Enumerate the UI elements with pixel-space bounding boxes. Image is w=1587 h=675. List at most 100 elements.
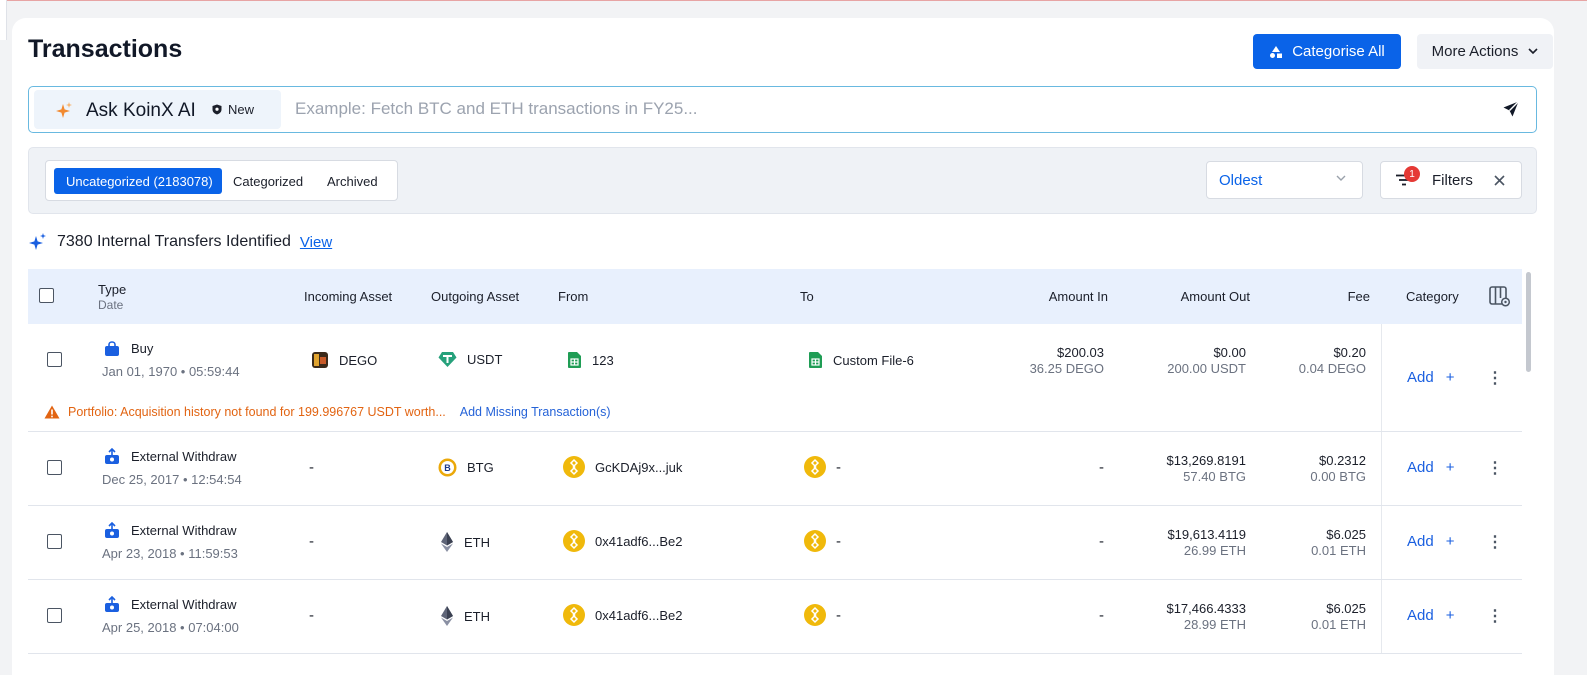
more-actions-label: More Actions — [1431, 43, 1519, 60]
ai-tag: Ask KoinX AI New — [34, 90, 281, 129]
sort-select[interactable]: Oldest — [1206, 161, 1363, 199]
fee: $0.20 — [1333, 345, 1366, 360]
internal-transfers-text: 7380 Internal Transfers Identified — [57, 233, 291, 250]
ask-ai-bar: Ask KoinX AI New — [28, 86, 1537, 133]
view-link[interactable]: View — [300, 234, 332, 251]
fee-sub: 0.01 ETH — [1311, 543, 1366, 558]
table-row[interactable]: External Withdraw Apr 23, 2018 • 11:59:5… — [28, 506, 1522, 580]
row-checkbox[interactable] — [47, 352, 62, 367]
to-wallet[interactable]: Custom File-6 — [808, 351, 914, 369]
to-wallet[interactable]: - — [804, 456, 841, 478]
amount-out: $0.00 — [1213, 345, 1246, 360]
add-category-button[interactable]: Add + — [1407, 607, 1454, 624]
ai-label: Ask KoinX AI — [86, 100, 196, 121]
row-type: External Withdraw — [131, 597, 237, 612]
category-column-divider — [1381, 324, 1382, 431]
add-category-button[interactable]: Add + — [1407, 533, 1454, 550]
fee-sub: 0.01 ETH — [1311, 617, 1366, 632]
usdt-token-icon — [438, 352, 457, 367]
row-menu-icon[interactable]: ⋮ — [1487, 606, 1503, 626]
fee: $6.025 — [1326, 601, 1366, 616]
to-wallet[interactable]: - — [804, 530, 841, 552]
col-incoming-asset: Incoming Asset — [304, 289, 393, 304]
binance-icon — [563, 530, 585, 552]
fee-sub: 0.04 DEGO — [1298, 361, 1366, 376]
add-label: Add — [1407, 533, 1434, 550]
row-menu-icon[interactable]: ⋮ — [1487, 458, 1503, 478]
to-wallet[interactable]: - — [804, 604, 841, 626]
tab-uncategorized[interactable]: Uncategorized (2183078) — [54, 168, 222, 194]
add-category-button[interactable]: Add + — [1407, 369, 1454, 386]
shopping-bag-icon — [105, 341, 119, 356]
row-checkbox[interactable] — [47, 460, 62, 475]
amount-in: - — [1099, 459, 1104, 476]
col-amount-out: Amount Out — [1180, 289, 1250, 304]
table-row[interactable]: Buy Jan 01, 1970 • 05:59:44 DEGO USDT 12… — [28, 324, 1522, 432]
row-type: External Withdraw — [131, 523, 237, 538]
binance-icon — [804, 530, 826, 552]
from-wallet[interactable]: 0x41adf6...Be2 — [563, 604, 682, 626]
outgoing-asset-label: ETH — [464, 534, 490, 550]
from-wallet[interactable]: GcKDAj9x...juk — [563, 456, 682, 478]
filter-panel: Uncategorized (2183078) Categorized Arch… — [28, 147, 1537, 214]
col-category: Category — [1406, 289, 1459, 304]
from-wallet[interactable]: 123 — [567, 351, 614, 369]
withdraw-icon — [105, 596, 119, 612]
add-label: Add — [1407, 459, 1434, 476]
col-from: From — [558, 289, 589, 304]
withdraw-icon — [105, 448, 119, 464]
table-scrollbar[interactable] — [1526, 272, 1531, 372]
column-settings-icon[interactable] — [1489, 286, 1511, 308]
new-badge-label: New — [228, 102, 255, 117]
add-category-button[interactable]: Add + — [1407, 459, 1454, 476]
ai-query-input[interactable] — [295, 93, 1475, 125]
col-type[interactable]: Type — [98, 282, 126, 297]
plus-icon: + — [1445, 459, 1455, 476]
select-all-checkbox[interactable] — [39, 288, 54, 303]
amount-out: $19,613.4119 — [1167, 527, 1246, 542]
to-label: - — [836, 458, 841, 476]
page-title: Transactions — [28, 35, 183, 63]
from-label: GcKDAj9x...juk — [595, 459, 683, 475]
add-missing-transactions-link[interactable]: Add Missing Transaction(s) — [460, 405, 611, 419]
incoming-asset: - — [309, 533, 314, 550]
from-wallet[interactable]: 0x41adf6...Be2 — [563, 530, 682, 552]
incoming-asset: DEGO — [311, 351, 377, 369]
close-icon[interactable] — [1494, 175, 1505, 186]
col-fee: Fee — [1347, 289, 1370, 304]
row-menu-icon[interactable]: ⋮ — [1487, 368, 1503, 388]
incoming-asset: - — [309, 607, 314, 624]
to-label: Custom File-6 — [833, 352, 914, 368]
binance-icon — [563, 456, 585, 478]
send-icon[interactable] — [1502, 100, 1520, 118]
fee: $6.025 — [1326, 527, 1366, 542]
row-date: Apr 23, 2018 • 11:59:53 — [102, 546, 238, 561]
outgoing-asset: USDT — [438, 351, 502, 368]
chevron-down-icon — [1528, 48, 1538, 55]
tab-archived[interactable]: Archived — [327, 168, 387, 194]
svg-text:B: B — [444, 463, 451, 473]
incoming-asset-label: DEGO — [339, 352, 378, 368]
filters-button[interactable]: 1 Filters — [1380, 161, 1522, 199]
categorise-all-button[interactable]: Categorise All — [1253, 34, 1401, 69]
tab-categorized[interactable]: Categorized — [233, 168, 317, 194]
plus-icon: + — [1445, 607, 1455, 624]
category-column-divider — [1381, 580, 1382, 653]
table-row[interactable]: External Withdraw Apr 25, 2018 • 07:04:0… — [28, 580, 1522, 654]
btg-token-icon: B — [438, 458, 457, 477]
chevron-down-icon — [1336, 175, 1346, 181]
amount-out: $17,466.4333 — [1166, 601, 1246, 616]
amount-out-sub: 26.99 ETH — [1183, 543, 1246, 558]
table-header: Type Date Incoming Asset Outgoing Asset … — [28, 269, 1522, 324]
more-actions-button[interactable]: More Actions — [1417, 34, 1553, 69]
amount-in: - — [1099, 607, 1104, 624]
internal-transfers-banner: 7380 Internal Transfers Identified View — [28, 231, 332, 253]
to-label: - — [836, 532, 841, 550]
shield-icon — [212, 104, 222, 115]
row-menu-icon[interactable]: ⋮ — [1487, 532, 1503, 552]
row-checkbox[interactable] — [47, 608, 62, 623]
table-row[interactable]: External Withdraw Dec 25, 2017 • 12:54:5… — [28, 432, 1522, 506]
row-checkbox[interactable] — [47, 534, 62, 549]
from-label: 0x41adf6...Be2 — [595, 607, 683, 623]
amount-out-sub: 200.00 USDT — [1167, 361, 1246, 376]
